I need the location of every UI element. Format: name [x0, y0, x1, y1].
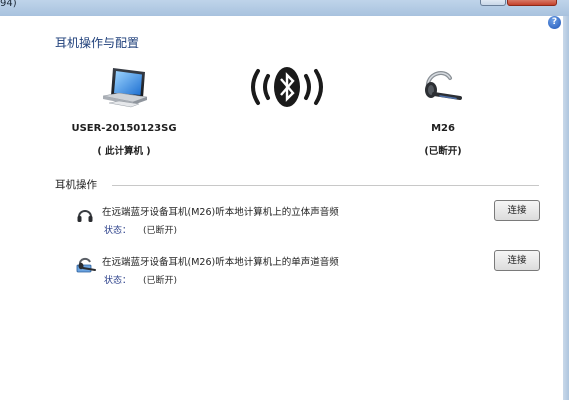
operation-description: 在远端蓝牙设备耳机(M26)听本地计算机上的单声道音频 [102, 257, 339, 268]
operation-description: 在远端蓝牙设备耳机(M26)听本地计算机上的立体声音频 [102, 207, 339, 218]
status-value: (已断开) [143, 226, 178, 236]
window-title: 94) [0, 0, 17, 9]
maximize-button[interactable] [480, 0, 506, 6]
section-title: 耳机操作 [55, 179, 97, 191]
computer-sub-label: ( 此计算机 ) [97, 146, 151, 157]
operation-status: 状态： (已断开) [104, 273, 177, 286]
window-frame-right [563, 16, 569, 400]
computer-name: USER-20150123SG [71, 123, 177, 134]
headset-icon [420, 66, 464, 109]
window-title-bar[interactable]: 94) [0, 0, 569, 16]
headset-name: M26 [431, 123, 455, 134]
headset-status: (已断开) [424, 146, 462, 157]
operation-row: 在远端蓝牙设备耳机(M26)听本地计算机上的单声道音频 状态： (已断开) 连接 [76, 250, 546, 294]
headset-device: M26 (已断开) [408, 123, 478, 157]
mono-headset-icon [76, 256, 96, 277]
help-icon[interactable]: ? [548, 16, 561, 29]
status-label: 状态： [104, 226, 132, 236]
close-button[interactable] [507, 0, 557, 6]
status-label: 状态： [104, 276, 132, 286]
operation-row: 在远端蓝牙设备耳机(M26)听本地计算机上的立体声音频 状态： (已断开) 连接 [76, 200, 546, 244]
operation-status: 状态： (已断开) [104, 223, 177, 236]
status-value: (已断开) [143, 276, 178, 286]
stereo-headphones-icon [76, 206, 94, 227]
connect-stereo-button[interactable]: 连接 [494, 200, 540, 221]
computer-device: USER-20150123SG ( 此计算机 ) [64, 123, 184, 157]
bluetooth-icon [242, 63, 332, 114]
section-divider [112, 185, 539, 186]
connect-mono-button[interactable]: 连接 [494, 250, 540, 271]
computer-icon [102, 66, 149, 113]
page-title: 耳机操作与配置 [55, 36, 140, 50]
